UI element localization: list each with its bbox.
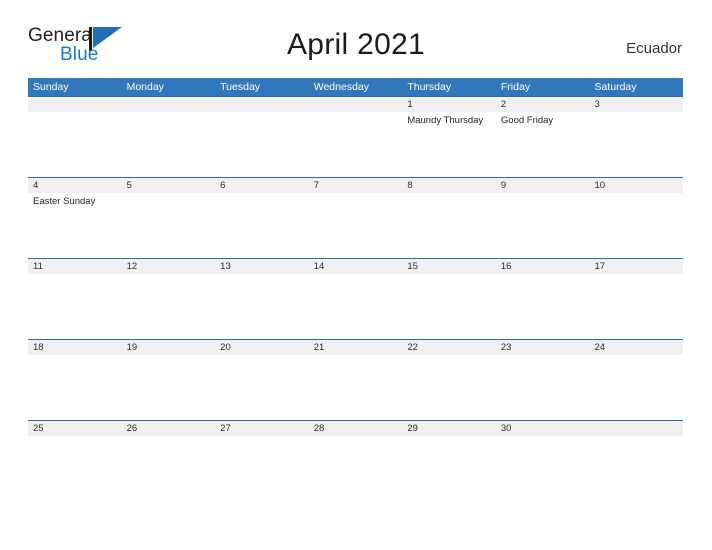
day-number[interactable]: 18 — [28, 340, 122, 355]
day-event — [215, 112, 309, 176]
day-event — [589, 193, 683, 257]
week-number-band: 25 26 27 28 29 30 — [28, 421, 683, 436]
weekday-monday: Monday — [126, 81, 164, 93]
day-number[interactable]: 22 — [402, 340, 496, 355]
day-number[interactable]: 7 — [309, 178, 403, 193]
day-event — [215, 355, 309, 419]
weekday-wednesday: Wednesday — [313, 81, 369, 93]
day-number[interactable] — [589, 421, 683, 436]
week-event-band: Maundy Thursday Good Friday — [28, 112, 683, 176]
day-number[interactable]: 4 — [28, 178, 122, 193]
day-event — [402, 355, 496, 419]
weekday-header-row: Sunday Monday Tuesday Wednesday Thursday… — [28, 78, 683, 96]
week-number-band: 11 12 13 14 15 16 17 — [28, 259, 683, 274]
day-event — [402, 436, 496, 500]
day-number[interactable]: 13 — [215, 259, 309, 274]
week-number-band: 4 5 6 7 8 9 10 — [28, 178, 683, 193]
day-number[interactable]: 9 — [496, 178, 590, 193]
day-number[interactable] — [215, 97, 309, 112]
day-number[interactable]: 24 — [589, 340, 683, 355]
day-number[interactable]: 20 — [215, 340, 309, 355]
day-event — [589, 274, 683, 338]
week-row: 4 5 6 7 8 9 10 Easter Sunday — [28, 177, 683, 258]
page-title: April 2021 — [286, 28, 426, 61]
day-event — [309, 355, 403, 419]
week-row: 1 2 3 Maundy Thursday Good Friday — [28, 96, 683, 177]
day-event: Easter Sunday — [33, 196, 96, 207]
day-number[interactable]: 12 — [122, 259, 216, 274]
day-event — [496, 355, 590, 419]
week-event-band: Easter Sunday — [28, 193, 683, 257]
day-number[interactable]: 27 — [215, 421, 309, 436]
day-event — [28, 436, 122, 500]
day-event — [496, 193, 590, 257]
day-event: Maundy Thursday — [407, 115, 484, 126]
weekday-sunday: Sunday — [33, 81, 69, 93]
day-event — [215, 274, 309, 338]
day-number[interactable]: 15 — [402, 259, 496, 274]
day-event — [309, 193, 403, 257]
day-event — [122, 355, 216, 419]
day-event — [215, 436, 309, 500]
day-event — [496, 436, 590, 500]
day-event — [402, 274, 496, 338]
day-number[interactable]: 23 — [496, 340, 590, 355]
day-event — [589, 436, 683, 500]
day-number[interactable]: 1 — [402, 97, 496, 112]
day-event — [309, 436, 403, 500]
weekday-friday: Friday — [500, 81, 531, 93]
day-number[interactable]: 6 — [215, 178, 309, 193]
day-event — [122, 436, 216, 500]
day-event — [215, 193, 309, 257]
day-number[interactable]: 10 — [589, 178, 683, 193]
day-number[interactable]: 2 — [496, 97, 590, 112]
week-event-band — [28, 355, 683, 419]
day-event — [122, 274, 216, 338]
day-number[interactable]: 8 — [402, 178, 496, 193]
day-event — [28, 112, 122, 176]
weekday-saturday: Saturday — [594, 81, 637, 93]
day-event — [589, 355, 683, 419]
calendar-grid: Sunday Monday Tuesday Wednesday Thursday… — [28, 78, 683, 501]
week-row: 11 12 13 14 15 16 17 — [28, 258, 683, 339]
country-label: Ecuador — [626, 40, 682, 57]
day-number[interactable]: 14 — [309, 259, 403, 274]
day-number[interactable]: 25 — [28, 421, 122, 436]
day-event — [122, 112, 216, 176]
day-number[interactable] — [309, 97, 403, 112]
day-number[interactable] — [28, 97, 122, 112]
day-number[interactable]: 16 — [496, 259, 590, 274]
week-row: 25 26 27 28 29 30 — [28, 420, 683, 501]
week-number-band: 1 2 3 — [28, 97, 683, 112]
week-event-band — [28, 436, 683, 500]
day-number[interactable]: 26 — [122, 421, 216, 436]
day-event — [496, 274, 590, 338]
day-event: Good Friday — [500, 115, 554, 126]
day-event — [589, 112, 683, 176]
day-event — [122, 193, 216, 257]
weekday-thursday: Thursday — [407, 81, 452, 93]
day-number[interactable]: 21 — [309, 340, 403, 355]
day-number[interactable]: 29 — [402, 421, 496, 436]
page-header: General Blue April 2021 Ecuador — [0, 0, 712, 78]
weekday-tuesday: Tuesday — [220, 81, 261, 93]
day-event — [402, 193, 496, 257]
day-event — [28, 355, 122, 419]
day-event — [309, 274, 403, 338]
week-row: 18 19 20 21 22 23 24 — [28, 339, 683, 420]
day-event — [309, 112, 403, 176]
day-number[interactable]: 28 — [309, 421, 403, 436]
day-number[interactable]: 17 — [589, 259, 683, 274]
day-number[interactable] — [122, 97, 216, 112]
day-number[interactable]: 5 — [122, 178, 216, 193]
day-number[interactable]: 11 — [28, 259, 122, 274]
week-number-band: 18 19 20 21 22 23 24 — [28, 340, 683, 355]
day-number[interactable]: 19 — [122, 340, 216, 355]
day-number[interactable]: 3 — [589, 97, 683, 112]
day-event — [28, 274, 122, 338]
day-number[interactable]: 30 — [496, 421, 590, 436]
week-event-band — [28, 274, 683, 338]
